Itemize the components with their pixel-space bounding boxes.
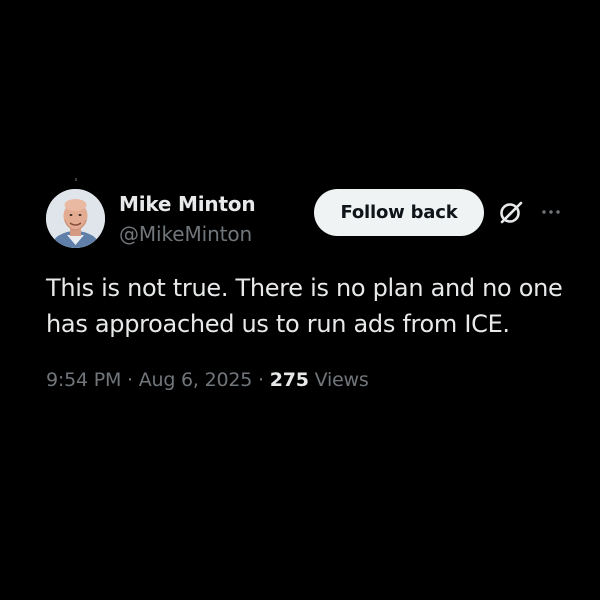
author-handle[interactable]: @MikeMinton [119, 222, 252, 246]
tweet-meta: 9:54 PM · Aug 6, 2025 · 275 Views [46, 369, 369, 391]
views-count: 275 [269, 369, 309, 391]
meta-separator: · [252, 369, 270, 391]
tweet-text: This is not true. There is no plan and n… [46, 274, 563, 338]
avatar-photo [46, 189, 105, 248]
divider-dot [75, 178, 77, 181]
views-label: Views [314, 369, 369, 391]
meta-separator: · [121, 369, 139, 391]
avatar[interactable] [46, 189, 105, 248]
more-options-icon[interactable] [539, 200, 563, 224]
follow-back-button[interactable]: Follow back [314, 189, 484, 236]
tweet-date[interactable]: Aug 6, 2025 [139, 369, 253, 391]
author-name[interactable]: Mike Minton [119, 192, 256, 216]
grok-icon[interactable] [498, 199, 524, 225]
tweet-time[interactable]: 9:54 PM [46, 369, 121, 391]
